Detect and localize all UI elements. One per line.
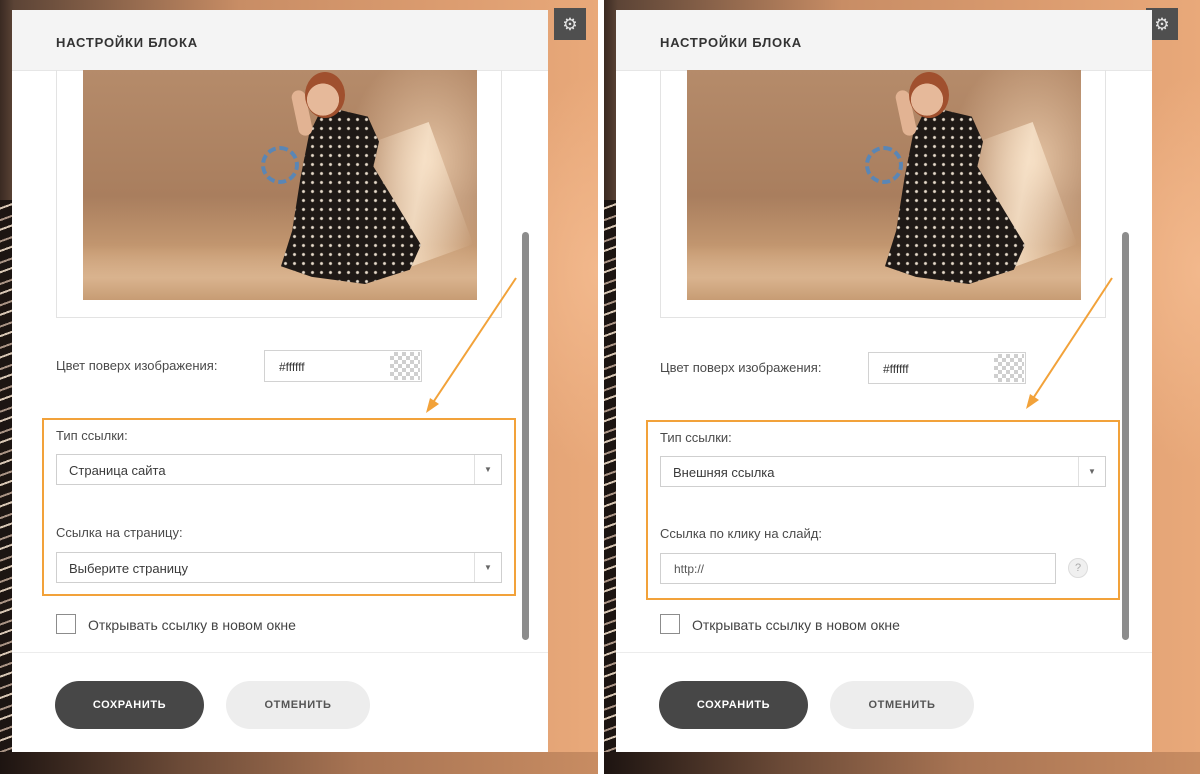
image-preview-frame [660, 70, 1106, 318]
open-new-window-label: Открывать ссылку в новом окне [692, 617, 900, 633]
caret-down-icon[interactable]: ▼ [1078, 457, 1105, 486]
panel-title: НАСТРОЙКИ БЛОКА [660, 35, 802, 50]
panel-title: НАСТРОЙКИ БЛОКА [56, 35, 198, 50]
scrollbar[interactable] [1122, 232, 1129, 640]
scrollbar[interactable] [522, 232, 529, 640]
overlay-color-value: #ffffff [883, 362, 909, 376]
gear-icon: ⚙ [1154, 14, 1170, 34]
page-link-select[interactable]: Выберите страницу ▼ [56, 552, 502, 583]
background-bottom-edge [604, 752, 1200, 774]
slide-link-input[interactable] [660, 553, 1056, 584]
spinner-icon [261, 146, 299, 184]
link-type-select[interactable]: Внешняя ссылка ▼ [660, 456, 1106, 487]
slide-link-label: Ссылка по клику на слайд: [660, 526, 822, 541]
spinner-icon [865, 146, 903, 184]
panel-header: НАСТРОЙКИ БЛОКА [12, 10, 548, 71]
gear-icon: ⚙ [562, 14, 578, 34]
cancel-button[interactable]: ОТМЕНИТЬ [830, 681, 974, 729]
background-bottom-edge [0, 752, 598, 774]
overlay-color-value: #ffffff [279, 360, 305, 374]
overlay-color-label: Цвет поверх изображения: [660, 360, 822, 375]
link-type-label: Тип ссылки: [660, 430, 732, 445]
open-new-window-label: Открывать ссылку в новом окне [88, 617, 296, 633]
open-new-window-checkbox[interactable] [660, 614, 680, 634]
caret-down-icon[interactable]: ▼ [474, 553, 501, 582]
slide-link-field[interactable] [661, 554, 1055, 583]
question-icon[interactable]: ? [1068, 558, 1088, 578]
link-type-value: Внешняя ссылка [673, 465, 775, 480]
block-settings-panel: НАСТРОЙКИ БЛОКА Цвет поверх изображения:… [12, 10, 548, 752]
photo-model-head [909, 72, 949, 118]
color-swatch[interactable] [390, 352, 420, 380]
panel-footer: СОХРАНИТЬ ОТМЕНИТЬ [12, 652, 548, 752]
overlay-color-input[interactable]: #ffffff [264, 350, 422, 382]
link-type-value: Страница сайта [69, 463, 166, 478]
page-link-label: Ссылка на страницу: [56, 525, 183, 540]
cancel-button[interactable]: ОТМЕНИТЬ [226, 681, 370, 729]
color-swatch[interactable] [994, 354, 1024, 382]
save-button[interactable]: СОХРАНИТЬ [659, 681, 808, 729]
link-type-select[interactable]: Страница сайта ▼ [56, 454, 502, 485]
image-preview[interactable] [687, 70, 1081, 300]
overlay-color-label: Цвет поверх изображения: [56, 358, 218, 373]
settings-button[interactable]: ⚙ [554, 8, 586, 40]
overlay-color-input[interactable]: #ffffff [868, 352, 1026, 384]
image-preview-frame [56, 70, 502, 318]
panel-footer: СОХРАНИТЬ ОТМЕНИТЬ [616, 652, 1152, 752]
page-link-value: Выберите страницу [69, 561, 188, 576]
link-type-label: Тип ссылки: [56, 428, 128, 443]
screenshot-right: ⚙ НАСТРОЙКИ БЛОКА Цвет поверх изображени… [604, 0, 1200, 774]
caret-down-icon[interactable]: ▼ [474, 455, 501, 484]
open-new-window-checkbox[interactable] [56, 614, 76, 634]
screenshot-left: ⚙ НАСТРОЙКИ БЛОКА Цвет поверх изображени… [0, 0, 598, 774]
panel-header: НАСТРОЙКИ БЛОКА [616, 10, 1152, 71]
save-button[interactable]: СОХРАНИТЬ [55, 681, 204, 729]
block-settings-panel: НАСТРОЙКИ БЛОКА Цвет поверх изображения:… [616, 10, 1152, 752]
photo-model-head [305, 72, 345, 118]
image-preview[interactable] [83, 70, 477, 300]
